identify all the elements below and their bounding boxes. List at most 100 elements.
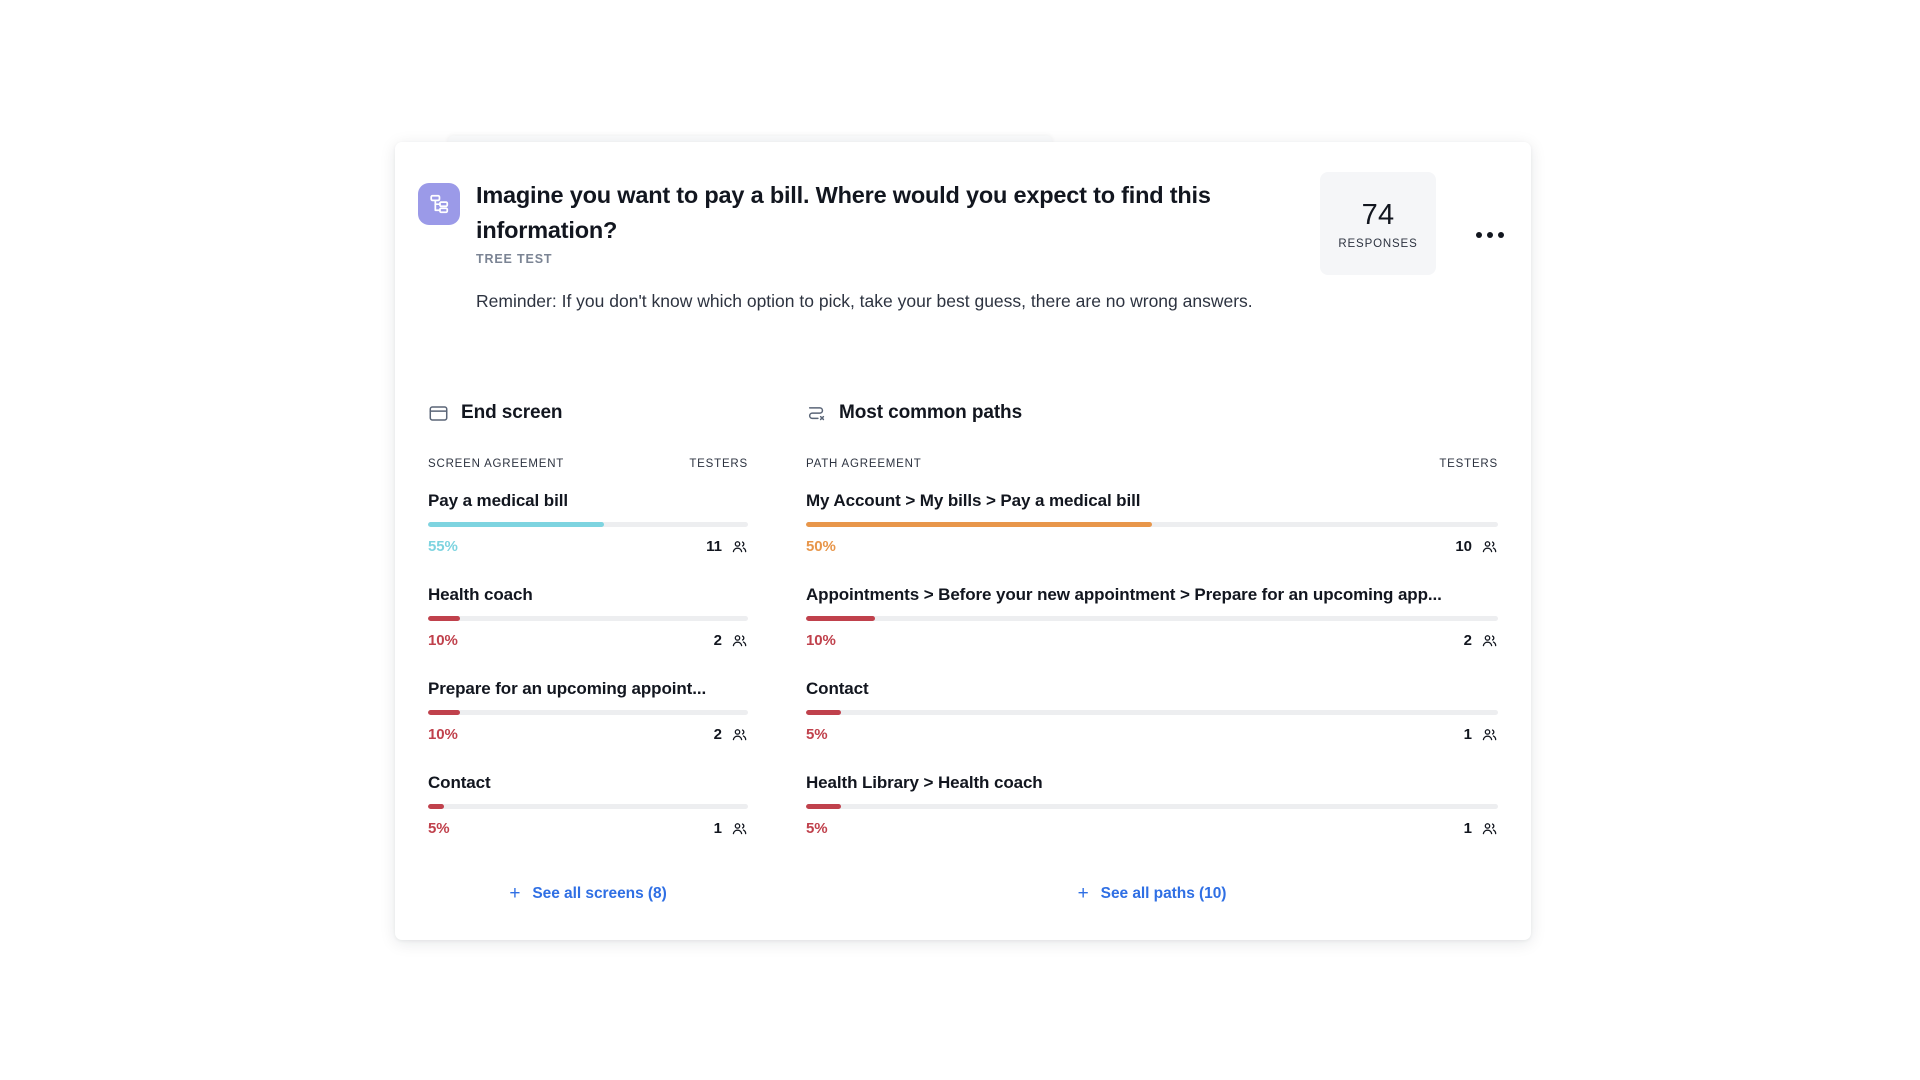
testers-count-group: 10 — [1455, 538, 1498, 555]
path-route-icon — [806, 403, 827, 424]
result-row[interactable]: Contact 5% 1 — [806, 669, 1498, 744]
agreement-percent: 5% — [428, 819, 450, 837]
screenshot-root: Imagine you want to pay a bill. Where wo… — [0, 0, 1920, 1080]
end-screen-section: End screen SCREEN AGREEMENT TESTERS Pay … — [428, 400, 748, 903]
testers-count: 2 — [713, 631, 722, 649]
page-title: Imagine you want to pay a bill. Where wo… — [476, 182, 1211, 243]
see-all-screens-label: See all screens (8) — [532, 884, 667, 902]
result-row-label: Health coach — [428, 585, 533, 604]
users-icon — [1481, 726, 1498, 743]
agreement-bar-track — [428, 804, 748, 809]
see-all-paths-button[interactable]: + See all paths (10) — [806, 884, 1498, 903]
result-row[interactable]: Appointments > Before your new appointme… — [806, 575, 1498, 650]
end-screen-title: End screen — [461, 402, 563, 423]
common-paths-section: Most common paths PATH AGREEMENT TESTERS… — [806, 400, 1498, 903]
users-icon — [731, 538, 748, 555]
testers-count: 2 — [1463, 631, 1472, 649]
agreement-bar-fill — [428, 804, 444, 809]
testers-count: 1 — [1463, 819, 1472, 837]
more-options-button[interactable] — [1467, 220, 1513, 250]
agreement-bar-track — [428, 616, 748, 621]
result-row-footer: 50% 10 — [806, 536, 1498, 556]
common-paths-row-list: My Account > My bills > Pay a medical bi… — [806, 481, 1498, 838]
kebab-dot — [1498, 232, 1504, 238]
common-paths-title: Most common paths — [839, 402, 1023, 423]
result-row[interactable]: Contact 5% 1 — [428, 763, 748, 838]
result-row-footer: 5% 1 — [806, 724, 1498, 744]
testers-header: TESTERS — [1439, 458, 1498, 470]
result-row-label: Health Library > Health coach — [806, 773, 1043, 792]
users-icon — [731, 726, 748, 743]
testers-count-group: 1 — [1464, 820, 1498, 837]
agreement-bar-fill — [806, 616, 876, 621]
end-screen-column-headers: SCREEN AGREEMENT TESTERS — [428, 458, 748, 470]
agreement-bar-fill — [428, 616, 460, 621]
testers-count: 1 — [1463, 725, 1472, 743]
agreement-percent: 10% — [428, 725, 458, 743]
result-row[interactable]: Pay a medical bill 55% 11 — [428, 481, 748, 556]
responses-count: 74 — [1361, 198, 1395, 231]
testers-count: 2 — [713, 725, 722, 743]
testers-count-group: 1 — [714, 820, 748, 837]
result-row-footer: 10% 2 — [806, 630, 1498, 650]
users-icon — [1481, 820, 1498, 837]
agreement-bar-fill — [428, 522, 604, 527]
result-row-label: Contact — [428, 773, 491, 792]
agreement-bar-fill — [806, 522, 1152, 527]
kebab-dot — [1476, 232, 1482, 238]
path-agreement-header: PATH AGREEMENT — [806, 458, 922, 470]
result-row-footer: 55% 11 — [428, 536, 748, 556]
result-row[interactable]: Prepare for an upcoming appoint... 10% 2 — [428, 669, 748, 744]
responses-label: RESPONSES — [1338, 237, 1418, 250]
users-icon — [731, 632, 748, 649]
result-row[interactable]: My Account > My bills > Pay a medical bi… — [806, 481, 1498, 556]
agreement-percent: 10% — [428, 631, 458, 649]
common-paths-header: Most common paths — [806, 400, 1498, 426]
study-type-label: TREE TEST — [476, 252, 553, 266]
end-screen-header: End screen — [428, 400, 748, 426]
kebab-dot — [1487, 232, 1493, 238]
agreement-bar-track — [428, 710, 748, 715]
agreement-percent: 5% — [806, 819, 828, 837]
plus-icon: + — [1077, 883, 1089, 904]
testers-count-group: 2 — [714, 632, 748, 649]
testers-count: 11 — [706, 537, 722, 555]
agreement-bar-fill — [806, 804, 841, 809]
testers-count-group: 2 — [1464, 632, 1498, 649]
agreement-percent: 10% — [806, 631, 836, 649]
agreement-bar-track — [806, 804, 1498, 809]
testers-count-group: 2 — [714, 726, 748, 743]
result-row-label: Prepare for an upcoming appoint... — [428, 679, 707, 698]
users-icon — [1481, 632, 1498, 649]
agreement-bar-track — [806, 522, 1498, 527]
agreement-bar-track — [428, 522, 748, 527]
result-row-footer: 10% 2 — [428, 630, 748, 650]
result-row-label: Appointments > Before your new appointme… — [806, 585, 1442, 604]
browser-window-icon — [428, 403, 449, 424]
result-row-label: Contact — [806, 679, 869, 698]
see-all-screens-button[interactable]: + See all screens (8) — [428, 884, 748, 903]
agreement-bar-fill — [428, 710, 460, 715]
screen-agreement-header: SCREEN AGREEMENT — [428, 458, 565, 470]
question-reminder: Reminder: If you don't know which option… — [476, 291, 1253, 311]
agreement-percent: 5% — [806, 725, 828, 743]
result-row-label: My Account > My bills > Pay a medical bi… — [806, 491, 1141, 510]
users-icon — [731, 820, 748, 837]
result-row[interactable]: Health coach 10% 2 — [428, 575, 748, 650]
plus-icon: + — [509, 883, 521, 904]
agreement-bar-fill — [806, 710, 841, 715]
agreement-bar-track — [806, 616, 1498, 621]
tree-test-icon — [418, 183, 460, 225]
testers-header: TESTERS — [689, 458, 748, 470]
testers-count: 10 — [1455, 537, 1472, 555]
result-row-footer: 5% 1 — [806, 818, 1498, 838]
result-row-label: Pay a medical bill — [428, 491, 568, 510]
testers-count-group: 1 — [1464, 726, 1498, 743]
result-row-footer: 10% 2 — [428, 724, 748, 744]
agreement-bar-track — [806, 710, 1498, 715]
agreement-percent: 55% — [428, 537, 458, 555]
result-row[interactable]: Health Library > Health coach 5% 1 — [806, 763, 1498, 838]
users-icon — [1481, 538, 1498, 555]
end-screen-row-list: Pay a medical bill 55% 11 Health coach 10% 2… — [428, 481, 748, 838]
testers-count-group: 11 — [706, 538, 748, 555]
